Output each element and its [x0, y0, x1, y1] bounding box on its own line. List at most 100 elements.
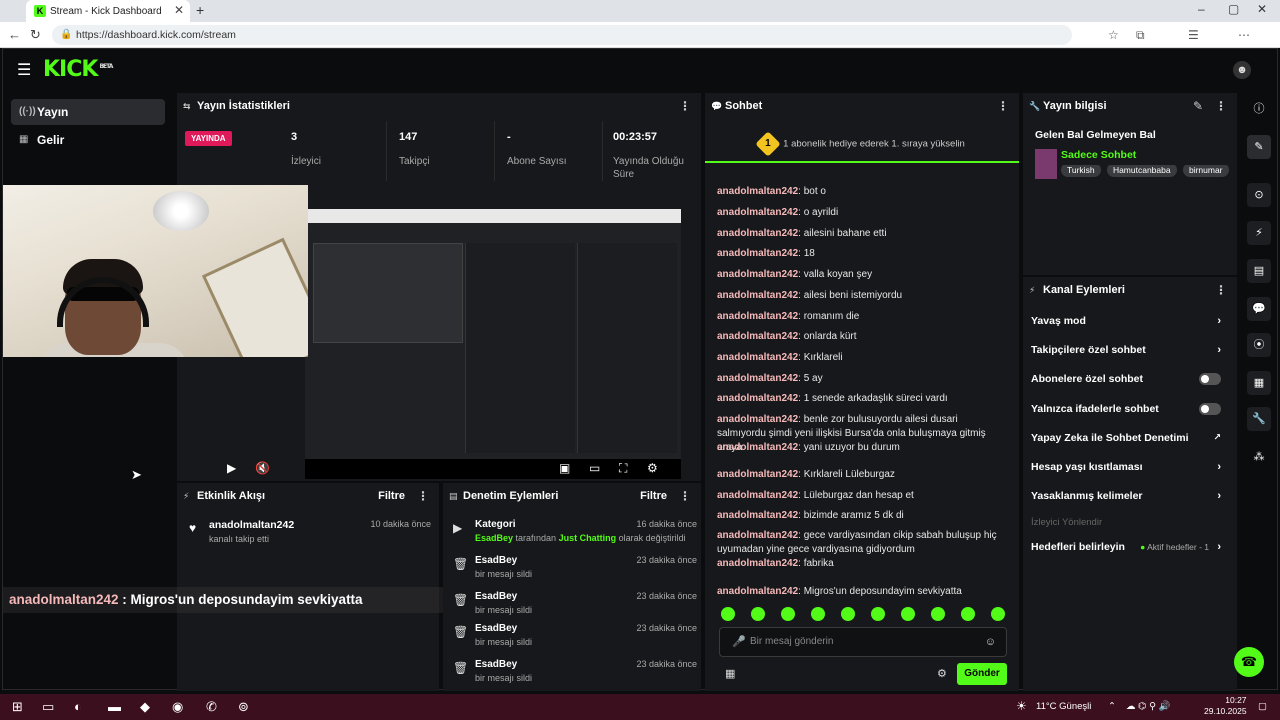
file-explorer-icon[interactable]: ▬ [108, 699, 121, 714]
minimize-icon[interactable]: – [1198, 2, 1205, 16]
emote-icon[interactable] [751, 607, 765, 621]
slow-mode-row[interactable]: Yavaş mod › [1031, 315, 1221, 327]
category-name[interactable]: Sadece Sohbet [1061, 149, 1136, 161]
edge-icon[interactable]: ◐ [74, 699, 82, 714]
chat-icon[interactable]: 💬 [1247, 297, 1271, 321]
mod-menu-icon[interactable]: ⋮ [679, 483, 691, 509]
chat-username[interactable]: anadolmaltan242 [717, 393, 798, 404]
document-icon[interactable]: ▤ [1247, 259, 1271, 283]
clock[interactable]: 10:27 29.10.2025 [1204, 695, 1247, 717]
chat-username[interactable]: anadolmaltan242 [717, 530, 798, 541]
sub-gift-banner[interactable]: 11 abonelik hediye ederek 1. sıraya yüks… [705, 119, 1019, 163]
emote-icon[interactable] [991, 607, 1005, 621]
stream-preview[interactable]: ▶ 🔇 ▣ ▭ ⛶ ⚙ [227, 209, 681, 479]
new-tab-icon[interactable]: + [196, 2, 204, 18]
chat-username[interactable]: anadolmaltan242 [717, 558, 798, 569]
emote-icon[interactable] [901, 607, 915, 621]
chat-username[interactable]: anadolmaltan242 [717, 352, 798, 363]
broadcast-icon[interactable]: ⦿ [1247, 333, 1271, 357]
fullscreen-icon[interactable]: ⛶ [619, 461, 627, 476]
chat-username[interactable]: anadolmaltan242 [717, 373, 798, 384]
chat-username[interactable]: anadolmaltan242 [717, 490, 798, 501]
theater-icon[interactable]: ▭ [589, 461, 600, 475]
user-avatar[interactable]: ☻ [1233, 61, 1251, 79]
tag[interactable]: Turkish [1061, 165, 1101, 177]
kick-logo[interactable]: KICK BETA [43, 57, 113, 82]
camera-icon[interactable]: ⊙ [1247, 183, 1271, 207]
extensions-icon[interactable]: ⧉ [1136, 28, 1145, 43]
whatsapp-icon[interactable]: ✆ [206, 699, 217, 715]
subscribers-only-toggle[interactable] [1199, 373, 1221, 385]
back-icon[interactable]: ← [8, 27, 21, 42]
edit-icon[interactable]: ✎ [1193, 93, 1203, 119]
settings-icon[interactable]: ⚙ [647, 461, 658, 475]
weather-text[interactable]: 11°C Güneşli [1036, 701, 1091, 712]
chat-username[interactable]: anadolmaltan242 [717, 442, 798, 453]
app-icon[interactable]: ⊚ [238, 699, 249, 715]
pip-icon[interactable]: ▣ [559, 461, 570, 475]
mute-icon[interactable]: 🔇 [255, 461, 270, 475]
close-tab-icon[interactable]: ✕ [174, 3, 184, 17]
chat-username[interactable]: anadolmaltan242 [717, 414, 798, 425]
app-icon[interactable]: ◆ [140, 699, 150, 715]
favorite-icon[interactable]: ☆ [1108, 28, 1119, 42]
support-icon[interactable]: ☎ [1234, 647, 1264, 677]
actions-menu-icon[interactable]: ⋮ [1215, 277, 1227, 303]
notifications-icon[interactable]: ▢ [1258, 701, 1267, 712]
app-icon[interactable]: ◉ [172, 699, 183, 715]
emote-icon[interactable] [841, 607, 855, 621]
activity-menu-icon[interactable]: ⋮ [417, 483, 429, 509]
stats-menu-icon[interactable]: ⋮ [679, 93, 691, 119]
account-age-row[interactable]: Hesap yaşı kısıtlaması › [1031, 461, 1221, 473]
tray-icons[interactable]: ☁ ⌬ ⚲ 🔊 [1126, 701, 1171, 712]
reload-icon[interactable]: ↻ [30, 27, 41, 43]
chat-username[interactable]: anadolmaltan242 [717, 186, 798, 197]
chat-username[interactable]: anadolmaltan242 [717, 586, 798, 597]
mod-filter-button[interactable]: Filtre [640, 483, 667, 509]
emotes-only-toggle[interactable] [1199, 403, 1221, 415]
sidebar-item-revenue[interactable]: ▦ Gelir [11, 127, 165, 153]
emoji-icon[interactable]: ☺ [985, 628, 996, 656]
close-window-icon[interactable]: ✕ [1257, 2, 1267, 16]
apps-icon[interactable]: ⁂ [1247, 445, 1271, 469]
wrench-icon[interactable]: 🔧 [1247, 407, 1271, 431]
goals-row[interactable]: Hedefleri belirleyin ● Aktif hedefler - … [1031, 541, 1221, 553]
chat-input[interactable]: 🎤 Bir mesaj gönderin ☺ [719, 627, 1007, 657]
sidebar-item-stream[interactable]: ((·)) Yayın [11, 99, 165, 125]
edit-icon[interactable]: ✎ [1247, 135, 1271, 159]
chat-menu-icon[interactable]: ⋮ [997, 93, 1009, 119]
task-view-icon[interactable]: ▭ [42, 699, 54, 715]
browser-tab[interactable]: K Stream - Kick Dashboard ✕ [26, 0, 190, 22]
tag[interactable]: birnumar [1182, 165, 1229, 177]
tray-chevron-icon[interactable]: ⌃ [1108, 701, 1116, 712]
emote-icon[interactable] [721, 607, 735, 621]
start-icon[interactable]: ⊞ [12, 699, 23, 715]
chat-settings-icon[interactable]: ⚙ [937, 667, 947, 680]
menu-icon[interactable]: ☰ [17, 60, 31, 80]
maximize-icon[interactable]: ▢ [1228, 2, 1239, 16]
chat-username[interactable]: anadolmaltan242 [717, 228, 798, 239]
play-icon[interactable]: ▶ [227, 461, 236, 475]
chat-username[interactable]: anadolmaltan242 [717, 290, 798, 301]
more-icon[interactable]: ⋯ [1238, 28, 1250, 42]
send-button[interactable]: Gönder [957, 663, 1007, 685]
chat-username[interactable]: anadolmaltan242 [717, 269, 798, 280]
chat-username[interactable]: anadolmaltan242 [717, 510, 798, 521]
lightning-icon[interactable]: ⚡ [1247, 221, 1271, 245]
followers-only-row[interactable]: Takipçilere özel sohbet › [1031, 344, 1221, 356]
tag[interactable]: Hamutcanbaba [1106, 165, 1177, 177]
emote-icon[interactable] [871, 607, 885, 621]
info-icon[interactable]: ⓘ [1247, 97, 1271, 121]
info-menu-icon[interactable]: ⋮ [1215, 93, 1227, 119]
chat-username[interactable]: anadolmaltan242 [717, 248, 798, 259]
ai-moderation-row[interactable]: Yapay Zeka ile Sohbet Denetimi ↗ [1031, 432, 1221, 444]
chat-username[interactable]: anadolmaltan242 [717, 469, 798, 480]
chat-username[interactable]: anadolmaltan242 [717, 331, 798, 342]
collections-icon[interactable]: ☰ [1188, 28, 1199, 42]
url-field[interactable]: 🔒 https://dashboard.kick.com/stream [52, 25, 1072, 45]
activity-filter-button[interactable]: Filtre [378, 483, 405, 509]
microphone-icon[interactable]: 🎤 [732, 628, 746, 656]
emote-icon[interactable] [931, 607, 945, 621]
chat-username[interactable]: anadolmaltan242 [717, 311, 798, 322]
emote-icon[interactable] [811, 607, 825, 621]
